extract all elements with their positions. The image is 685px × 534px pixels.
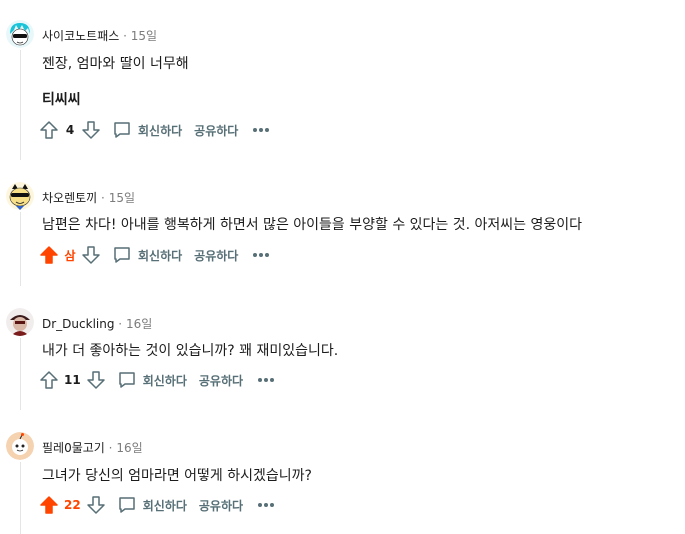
more-options-button[interactable] <box>257 502 275 508</box>
comment-actions: 11 회신하다 공유하다 <box>38 368 275 392</box>
comment-actions: 삼 회신하다 공유하다 <box>38 243 270 267</box>
reply-button[interactable]: 회신하다 <box>112 120 182 140</box>
reply-label: 회신하다 <box>142 373 187 388</box>
downvote-icon <box>86 371 105 389</box>
downvote-button[interactable] <box>85 369 107 391</box>
upvote-icon <box>40 121 58 139</box>
avatar[interactable] <box>6 182 34 210</box>
downvote-button[interactable] <box>80 119 102 141</box>
meta-separator: · <box>108 441 113 455</box>
vote-count: 22 <box>64 498 81 512</box>
author-name[interactable]: Dr_Duckling <box>42 317 114 331</box>
comment-meta: Dr_Duckling · 16일 <box>42 315 152 332</box>
upvote-button[interactable] <box>38 369 60 391</box>
more-options-button[interactable] <box>252 252 270 258</box>
share-button[interactable]: 공유하다 <box>199 372 243 389</box>
comment-meta: 차오렌토끼 · 15일 <box>42 189 135 206</box>
comment-text: 그녀가 당신의 엄마라면 어떻게 하시겠습니까? <box>42 468 312 484</box>
share-button[interactable]: 공유하다 <box>199 497 243 514</box>
reply-label: 회신하다 <box>142 498 187 513</box>
comment-bubble-icon <box>114 122 130 138</box>
comment-meta: 사이코노트패스 · 15일 <box>42 27 157 44</box>
vote-count: 11 <box>64 373 81 387</box>
comment-text: 남편은 차다! 아내를 행복하게 하면서 많은 아이들을 부양할 수 있다는 것… <box>42 217 583 233</box>
reply-button[interactable]: 회신하다 <box>117 370 187 390</box>
more-icon <box>253 253 270 257</box>
upvote-button[interactable] <box>38 244 60 266</box>
avatar[interactable] <box>6 308 34 336</box>
share-button[interactable]: 공유하다 <box>194 122 238 139</box>
avatar[interactable] <box>6 432 34 460</box>
upvote-button[interactable] <box>38 494 60 516</box>
more-options-button[interactable] <box>252 127 270 133</box>
comment-bubble-icon <box>114 247 130 263</box>
upvote-icon <box>40 371 58 389</box>
vote-count: 4 <box>65 123 75 137</box>
reply-label: 회신하다 <box>138 248 183 263</box>
comment-bubble-icon <box>118 497 135 513</box>
more-icon <box>253 128 270 132</box>
downvote-icon <box>86 496 105 514</box>
reply-button[interactable]: 회신하다 <box>112 245 182 265</box>
timestamp[interactable]: 15일 <box>131 29 157 43</box>
share-button[interactable]: 공유하다 <box>194 247 238 264</box>
thread-line[interactable] <box>20 338 21 410</box>
comment-actions: 4 회신하다 공유하다 <box>38 118 270 142</box>
downvote-button[interactable] <box>85 494 107 516</box>
upvote-icon <box>40 496 58 514</box>
comment-text: 젠장, 엄마와 딸이 너무해 <box>42 56 189 72</box>
comment-actions: 22 회신하다 공유하다 <box>38 493 275 517</box>
downvote-button[interactable] <box>80 244 102 266</box>
downvote-icon <box>82 246 100 264</box>
vote-count: 삼 <box>64 248 76 263</box>
upvote-button[interactable] <box>38 119 60 141</box>
more-icon <box>258 503 275 507</box>
upvote-icon <box>40 246 58 264</box>
more-options-button[interactable] <box>257 377 275 383</box>
author-name[interactable]: 필레0물고기 <box>42 441 105 455</box>
timestamp[interactable]: 15일 <box>109 191 135 205</box>
reply-label: 회신하다 <box>138 123 183 138</box>
reply-button[interactable]: 회신하다 <box>117 495 187 515</box>
downvote-icon <box>82 121 100 139</box>
meta-separator: · <box>118 317 123 331</box>
meta-separator: · <box>123 29 127 43</box>
comment-bubble-icon <box>118 372 135 388</box>
thread-line[interactable] <box>20 462 21 534</box>
thread-line[interactable] <box>20 50 21 160</box>
thread-line[interactable] <box>20 212 21 286</box>
comment-text-bold: 티씨씨 <box>42 92 81 108</box>
timestamp[interactable]: 16일 <box>116 441 142 455</box>
author-name[interactable]: 차오렌토끼 <box>42 191 97 205</box>
meta-separator: · <box>101 191 105 205</box>
comment-text: 내가 더 좋아하는 것이 있습니까? 꽤 재미있습니다. <box>42 343 339 359</box>
more-icon <box>258 378 275 382</box>
comment-meta: 필레0물고기 · 16일 <box>42 439 143 456</box>
timestamp[interactable]: 16일 <box>126 317 152 331</box>
avatar[interactable] <box>6 20 34 48</box>
author-name[interactable]: 사이코노트패스 <box>42 29 119 43</box>
